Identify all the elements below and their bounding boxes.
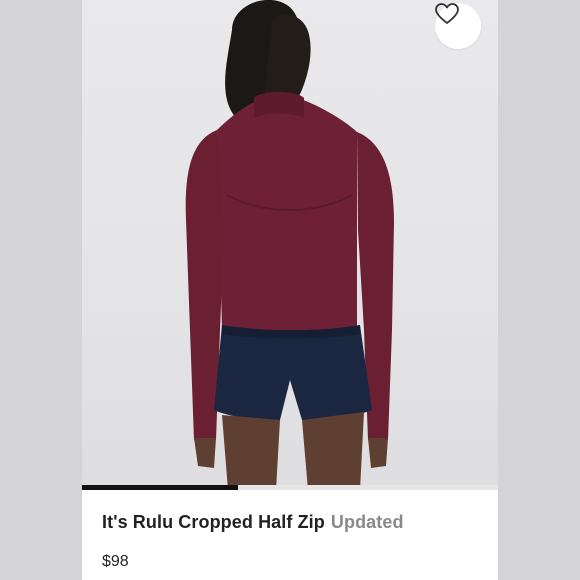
heart-outline-icon: [435, 3, 459, 24]
listing-title[interactable]: It's Rulu Cropped Half Zip: [102, 512, 325, 532]
status-badge: Updated: [330, 512, 404, 532]
favorite-button[interactable]: [435, 3, 481, 49]
title-row: It's Rulu Cropped Half Zip Updated: [102, 512, 404, 533]
listing-card: It's Rulu Cropped Half Zip Updated $98: [0, 0, 580, 580]
listing-price: $98: [102, 553, 129, 570]
product-image-illustration: [185, 0, 394, 490]
product-photo[interactable]: [82, 0, 498, 490]
listing-info: It's Rulu Cropped Half Zip Updated $98: [82, 490, 498, 580]
